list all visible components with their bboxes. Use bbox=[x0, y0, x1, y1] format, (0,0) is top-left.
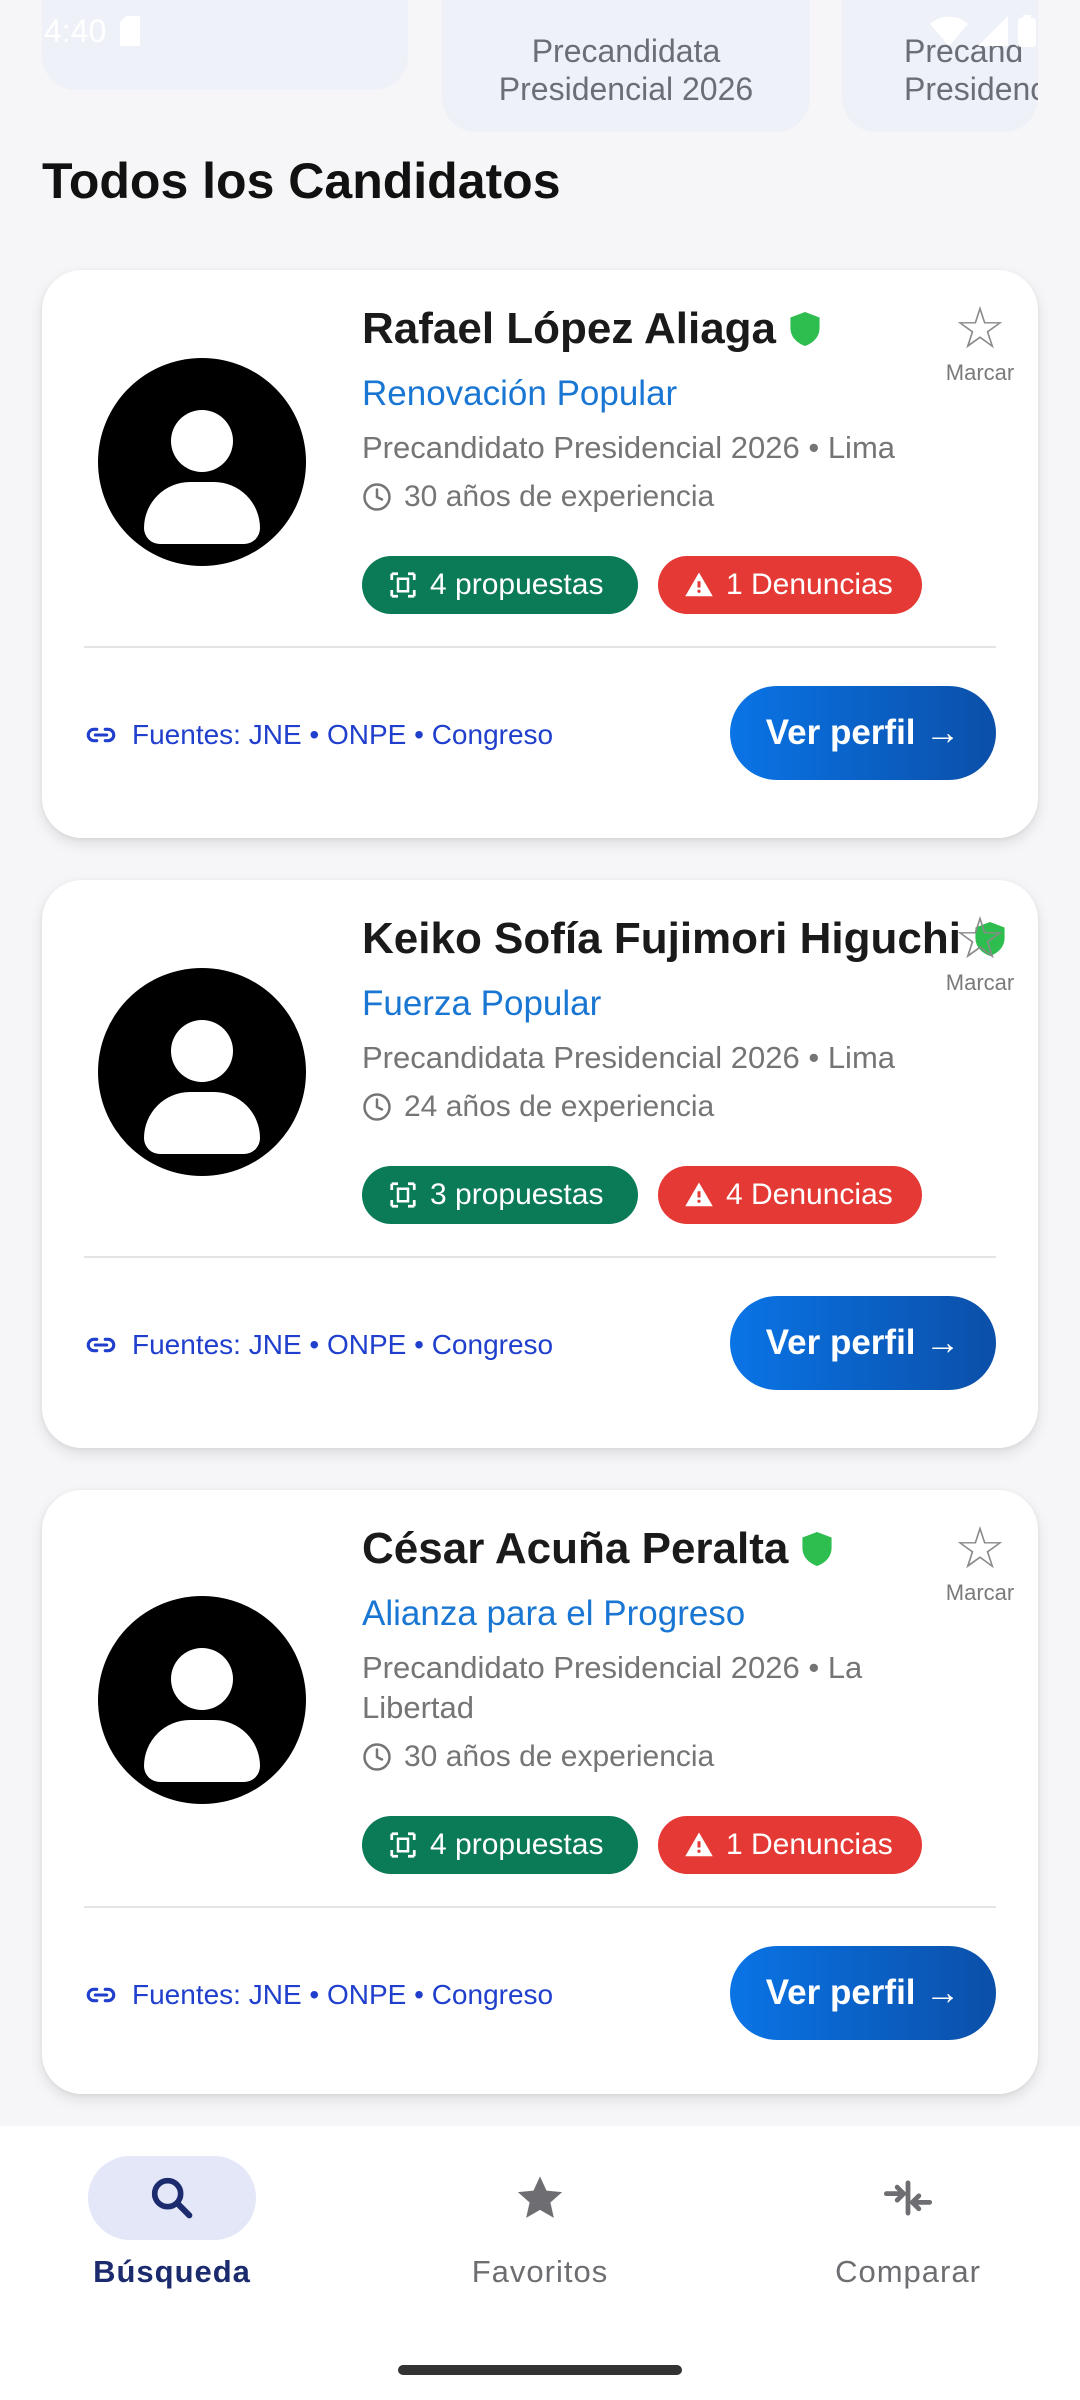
star-outline-icon[interactable]: ☆ bbox=[942, 910, 1018, 968]
party-name[interactable]: Alianza para el Progreso bbox=[362, 1594, 745, 1634]
sources-text: Fuentes: JNE • ONPE • Congreso bbox=[132, 1979, 554, 2010]
experience-text: 24 años de experiencia bbox=[404, 1090, 715, 1123]
proposals-count: 4 propuestas bbox=[430, 1828, 604, 1861]
nav-item-comparar[interactable]: Comparar bbox=[778, 2156, 1038, 2290]
bookmark-label: Marcar bbox=[945, 970, 1015, 995]
sources-link[interactable]: Fuentes: JNE • ONPE • Congreso bbox=[84, 1978, 553, 2012]
battery-icon bbox=[1018, 15, 1036, 47]
warning-icon bbox=[685, 1182, 713, 1207]
warning-icon bbox=[685, 572, 713, 597]
candidate-name: Keiko Sofía Fujimori Higuchi bbox=[362, 914, 961, 963]
complaints-badge[interactable]: 1 Denuncias bbox=[658, 1816, 922, 1874]
experience-row: 30 años de experiencia bbox=[362, 480, 714, 514]
section-title: Todos los Candidatos bbox=[42, 153, 561, 209]
sources-link[interactable]: Fuentes: JNE • ONPE • Congreso bbox=[84, 1328, 553, 1362]
verified-shield-icon bbox=[802, 1532, 832, 1566]
link-icon bbox=[86, 1337, 116, 1353]
experience-text: 30 años de experiencia bbox=[404, 480, 715, 513]
avatar bbox=[98, 1596, 306, 1804]
document-scan-icon bbox=[390, 572, 416, 598]
star-outline-icon[interactable]: ☆ bbox=[942, 300, 1018, 358]
nav-item-busqueda[interactable]: Búsqueda bbox=[42, 2156, 302, 2290]
candidate-name: Rafael López Aliaga bbox=[362, 304, 777, 353]
candidate-card[interactable]: Rafael López Aliaga Renovación Popular P… bbox=[42, 270, 1038, 838]
view-profile-button[interactable]: Ver perfil → bbox=[730, 686, 996, 780]
link-icon bbox=[86, 1987, 116, 2003]
status-time: 4:40 bbox=[44, 12, 107, 49]
bookmark-button[interactable]: ☆ Marcar bbox=[942, 910, 1018, 996]
sim-card-icon bbox=[120, 16, 141, 46]
warning-icon bbox=[685, 1832, 713, 1857]
clock-icon bbox=[363, 1093, 391, 1121]
clock-icon bbox=[363, 483, 391, 511]
sources-text: Fuentes: JNE • ONPE • Congreso bbox=[132, 719, 554, 750]
complaints-count: 1 Denuncias bbox=[726, 568, 893, 601]
experience-row: 30 años de experiencia bbox=[362, 1740, 714, 1774]
card-divider bbox=[84, 1256, 996, 1258]
bottom-navigation: Búsqueda Favoritos Comparar bbox=[0, 2126, 1080, 2400]
bookmark-button[interactable]: ☆ Marcar bbox=[942, 1520, 1018, 1606]
candidate-card[interactable]: César Acuña Peralta Alianza para el Prog… bbox=[42, 1490, 1038, 2094]
candidate-card[interactable]: Keiko Sofía Fujimori Higuchi Fuerza Popu… bbox=[42, 880, 1038, 1448]
sources-link[interactable]: Fuentes: JNE • ONPE • Congreso bbox=[84, 718, 553, 752]
signal-icon bbox=[978, 16, 1008, 46]
bookmark-label: Marcar bbox=[945, 1580, 1015, 1605]
sources-text: Fuentes: JNE • ONPE • Congreso bbox=[132, 1329, 554, 1360]
complaints-count: 4 Denuncias bbox=[726, 1178, 893, 1211]
candidate-role: Precandidato Presidencial 2026 • Lima bbox=[362, 430, 896, 465]
proposals-count: 3 propuestas bbox=[430, 1178, 604, 1211]
proposals-badge[interactable]: 4 propuestas bbox=[362, 1816, 638, 1874]
compare-icon bbox=[883, 2180, 933, 2216]
proposals-badge[interactable]: 3 propuestas bbox=[362, 1166, 638, 1224]
nav-label: Comparar bbox=[835, 2254, 981, 2289]
avatar bbox=[98, 968, 306, 1176]
view-profile-button[interactable]: Ver perfil → bbox=[730, 1296, 996, 1390]
experience-row: 24 años de experiencia bbox=[362, 1090, 714, 1124]
avatar bbox=[98, 358, 306, 566]
document-scan-icon bbox=[390, 1182, 416, 1208]
complaints-badge[interactable]: 1 Denuncias bbox=[658, 556, 922, 614]
complaints-badge[interactable]: 4 Denuncias bbox=[658, 1166, 922, 1224]
nav-label: Favoritos bbox=[471, 2254, 609, 2289]
experience-text: 30 años de experiencia bbox=[404, 1740, 715, 1773]
search-icon bbox=[151, 2177, 193, 2219]
party-name[interactable]: Renovación Popular bbox=[362, 374, 677, 414]
card-divider bbox=[84, 1906, 996, 1908]
card-divider bbox=[84, 646, 996, 648]
verified-shield-icon bbox=[790, 312, 820, 346]
clock-icon bbox=[363, 1743, 391, 1771]
proposals-count: 4 propuestas bbox=[430, 568, 604, 601]
view-profile-button[interactable]: Ver perfil → bbox=[730, 1946, 996, 2040]
candidate-role: Precandidata Presidencial 2026 • Lima bbox=[362, 1040, 896, 1075]
document-scan-icon bbox=[390, 1832, 416, 1858]
nav-item-favoritos[interactable]: Favoritos bbox=[410, 2156, 670, 2290]
bookmark-label: Marcar bbox=[945, 360, 1015, 385]
candidate-role: Precandidato Presidencial 2026 • La Libe… bbox=[362, 1650, 863, 1725]
link-icon bbox=[86, 727, 116, 743]
candidate-name: César Acuña Peralta bbox=[362, 1524, 789, 1573]
nav-label: Búsqueda bbox=[93, 2254, 251, 2289]
gesture-bar bbox=[398, 2365, 682, 2375]
bookmark-button[interactable]: ☆ Marcar bbox=[942, 300, 1018, 386]
party-name[interactable]: Fuerza Popular bbox=[362, 984, 601, 1024]
star-icon bbox=[517, 2176, 563, 2218]
wifi-icon bbox=[930, 16, 968, 46]
status-bar: 4:40 bbox=[0, 0, 1080, 62]
proposals-badge[interactable]: 4 propuestas bbox=[362, 556, 638, 614]
star-outline-icon[interactable]: ☆ bbox=[942, 1520, 1018, 1578]
nav-active-indicator bbox=[88, 2156, 256, 2240]
complaints-count: 1 Denuncias bbox=[726, 1828, 893, 1861]
